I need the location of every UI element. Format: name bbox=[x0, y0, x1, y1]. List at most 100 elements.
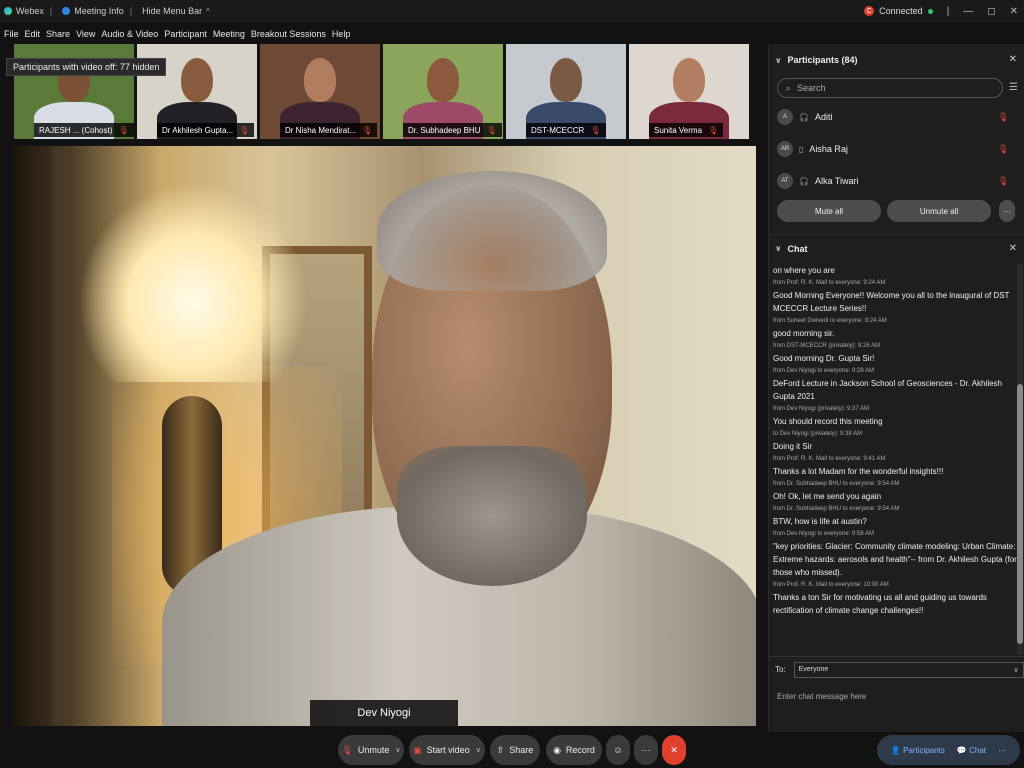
reactions-button[interactable]: ☺ bbox=[606, 735, 630, 765]
muted-mic-icon: 🎙 bbox=[708, 125, 719, 135]
close-participants-icon[interactable]: ✕ bbox=[1009, 54, 1017, 65]
muted-mic-icon: 🎙 bbox=[590, 125, 601, 135]
record-button[interactable]: ◉ Record bbox=[546, 735, 602, 765]
menu-breakout-sessions[interactable]: Breakout Sessions bbox=[251, 29, 326, 39]
muted-mic-icon[interactable]: 🎙 bbox=[998, 144, 1009, 155]
headset-icon: 🎧 bbox=[799, 176, 809, 186]
chevron-down-icon[interactable]: ∨ bbox=[395, 746, 400, 754]
chevron-down-icon[interactable]: ∨ bbox=[476, 746, 481, 754]
chat-message-meta: from Dr. Subhadeep BHU to everyone: 9:54… bbox=[773, 481, 900, 487]
curtain bbox=[12, 146, 52, 726]
active-speaker-video[interactable]: Dev Niyogi bbox=[12, 146, 756, 726]
participant-head bbox=[427, 58, 459, 102]
chat-message-input[interactable]: Enter chat message here bbox=[777, 692, 1017, 708]
connection-dot-icon bbox=[927, 8, 933, 14]
leave-meeting-button[interactable]: ✕ bbox=[662, 735, 686, 765]
more-controls-button[interactable]: ··· bbox=[634, 735, 658, 765]
connection-status: Connected bbox=[879, 6, 923, 16]
muted-mic-icon[interactable]: 🎙 bbox=[998, 176, 1009, 187]
close-chat-icon[interactable]: ✕ bbox=[1009, 243, 1017, 254]
participants-toggle[interactable]: 👤 Participants bbox=[891, 746, 945, 755]
chat-message-text: Thanks a lot Madam for the wonderful ins… bbox=[773, 467, 944, 476]
participant-head bbox=[673, 58, 705, 102]
chevron-down-icon: ∨ bbox=[1013, 666, 1019, 674]
avatar: AT bbox=[777, 173, 793, 189]
chat-message-list[interactable]: on where you are from Prof. R. K. Mall to… bbox=[771, 264, 1017, 654]
more-options-button[interactable]: ··· bbox=[999, 200, 1015, 222]
participant-name-label: Dr Nisha Mendirat... 🎙 bbox=[280, 123, 378, 137]
muted-mic-icon: 🎙 bbox=[486, 125, 497, 135]
chat-recipient-select[interactable]: Everyone ∨ bbox=[793, 661, 1024, 678]
hidden-participants-tooltip: Participants with video off: 77 hidden bbox=[6, 58, 167, 76]
side-panel: ∨ Participants (84) ✕ ⌕ Search ☰ A 🎧 Adi… bbox=[768, 44, 1024, 732]
avatar: AR bbox=[777, 141, 793, 157]
maximize-button[interactable]: ◻ bbox=[987, 6, 995, 17]
chat-message-text: on where you are bbox=[773, 266, 835, 275]
chat-scrollbar[interactable] bbox=[1017, 264, 1023, 654]
hide-menu-bar-button[interactable]: Hide Menu Bar ^ bbox=[142, 6, 210, 16]
chat-message-meta: from DST-MCECCR (privately): 9:26 AM bbox=[773, 343, 881, 349]
to-label: To: bbox=[775, 665, 786, 674]
share-button[interactable]: ⇧ Share bbox=[490, 735, 540, 765]
start-video-button[interactable]: ▣ Start video ∨ bbox=[409, 735, 485, 765]
chevron-down-icon[interactable]: ∨ bbox=[775, 56, 782, 65]
chat-message-meta: to Dev Niyogi (privately): 9:38 AM bbox=[773, 431, 863, 437]
menu-view[interactable]: View bbox=[76, 29, 95, 39]
sort-icon[interactable]: ☰ bbox=[1009, 82, 1018, 93]
participants-header: ∨ Participants (84) ✕ bbox=[775, 54, 1017, 65]
menu-edit[interactable]: Edit bbox=[25, 29, 41, 39]
speaker-name-tag: Dev Niyogi bbox=[310, 700, 458, 726]
menu-audio-video[interactable]: Audio & Video bbox=[101, 29, 158, 39]
more-panels-button[interactable]: ··· bbox=[998, 746, 1006, 755]
chat-message-meta: from Prof. R. K. Mall to everyone: 9:41 … bbox=[773, 456, 886, 462]
participant-head bbox=[181, 58, 213, 102]
chevron-down-icon[interactable]: ∨ bbox=[775, 244, 782, 253]
menu-share[interactable]: Share bbox=[46, 29, 70, 39]
close-window-button[interactable]: ✕ bbox=[1010, 6, 1018, 17]
chat-recipient-row: To: Everyone ∨ bbox=[769, 656, 1024, 682]
muted-mic-icon: 🎙 bbox=[362, 125, 373, 135]
participant-search-input[interactable]: ⌕ Search bbox=[777, 78, 1003, 98]
video-off-icon: ▣ bbox=[413, 744, 422, 755]
menu-file[interactable]: File bbox=[4, 29, 19, 39]
chat-message-text: Doing it Sir bbox=[773, 442, 813, 451]
chat-message-meta: from Dev Niyogi (privately): 9:37 AM bbox=[773, 406, 870, 412]
menu-participant[interactable]: Participant bbox=[164, 29, 207, 39]
muted-mic-icon: 🎙 bbox=[239, 125, 250, 135]
participant-video-thumbnail[interactable]: DST-MCECCR 🎙 bbox=[506, 44, 626, 139]
chat-message-text: Good morning Dr. Gupta Sir! bbox=[773, 354, 875, 363]
chat-scroll-thumb[interactable] bbox=[1017, 384, 1023, 644]
muted-mic-icon: 🎙 bbox=[341, 744, 353, 755]
participant-name-label: DST-MCECCR 🎙 bbox=[526, 123, 606, 137]
unmute-button[interactable]: 🎙 Unmute ∨ bbox=[338, 735, 404, 765]
menu-bar: File Edit Share View Audio & Video Parti… bbox=[0, 26, 352, 42]
chat-message-meta: from Prof. R. K. Mall to everyone: 9:24 … bbox=[773, 280, 886, 286]
chat-message-text: good morning sir. bbox=[773, 329, 835, 338]
participant-video-thumbnail[interactable]: Dr Nisha Mendirat... 🎙 bbox=[260, 44, 380, 139]
chat-message-meta: from Prof. R. K. Mall to everyone: 10:00… bbox=[773, 582, 889, 588]
participant-name-label: Dr. Subhadeep BHU 🎙 bbox=[403, 123, 502, 137]
window-controls: C Connected | — ◻ ✕ bbox=[864, 0, 1018, 22]
menu-help[interactable]: Help bbox=[332, 29, 351, 39]
participant-video-thumbnail[interactable]: Sunita Verma 🎙 bbox=[629, 44, 749, 139]
recording-icon: C bbox=[864, 6, 875, 16]
muted-mic-icon[interactable]: 🎙 bbox=[998, 112, 1009, 123]
mute-all-button[interactable]: Mute all bbox=[777, 200, 881, 222]
participant-row[interactable]: A 🎧 Aditi 🎙 bbox=[777, 106, 1021, 128]
participant-row[interactable]: AT 🎧 Alka Tiwari 🎙 bbox=[777, 170, 1021, 192]
title-bar: Webex | Meeting Info | Hide Menu Bar ^ C… bbox=[0, 0, 1024, 22]
menu-meeting[interactable]: Meeting bbox=[213, 29, 245, 39]
minimize-button[interactable]: — bbox=[963, 6, 973, 17]
participant-video-thumbnail[interactable]: Dr. Subhadeep BHU 🎙 bbox=[383, 44, 503, 139]
app-title: Webex bbox=[4, 6, 44, 16]
unmute-all-button[interactable]: Unmute all bbox=[887, 200, 991, 222]
meeting-info-button[interactable]: Meeting Info bbox=[62, 6, 124, 16]
chat-message-meta: from Dr. Subhadeep BHU to everyone: 9:54… bbox=[773, 506, 900, 512]
chat-toggle[interactable]: 💬 Chat bbox=[957, 746, 986, 755]
pipe-separator: | bbox=[946, 5, 950, 17]
chat-message-text: Oh! Ok, let me send you again bbox=[773, 492, 882, 501]
phone-icon: ▯ bbox=[799, 144, 804, 154]
muted-mic-icon: 🎙 bbox=[118, 125, 129, 135]
headset-icon: 🎧 bbox=[799, 112, 809, 122]
participant-row[interactable]: AR ▯ Aisha Raj 🎙 bbox=[777, 138, 1021, 160]
